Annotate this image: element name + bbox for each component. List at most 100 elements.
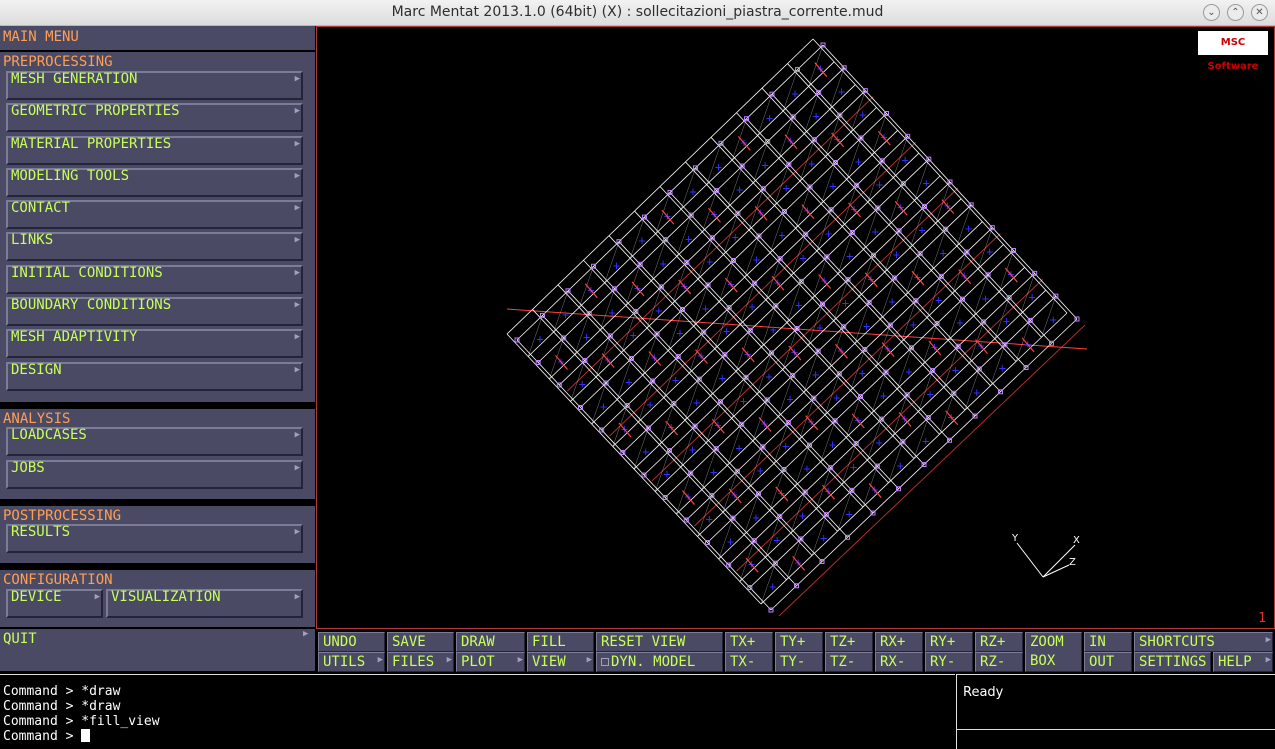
rx-minus-button[interactable]: RX- bbox=[875, 652, 923, 672]
element-marker: + bbox=[922, 434, 929, 448]
help-button[interactable]: HELP ▶ bbox=[1213, 652, 1273, 672]
save-button[interactable]: SAVE bbox=[387, 632, 454, 652]
boundary-conditions-button[interactable]: BOUNDARY CONDITIONS ▶ bbox=[6, 297, 303, 326]
element-marker: + bbox=[820, 531, 827, 545]
element-marker: + bbox=[609, 305, 616, 319]
mesh-line bbox=[542, 315, 797, 587]
element-marker: + bbox=[956, 316, 963, 330]
element-marker: + bbox=[693, 396, 700, 410]
ry-plus-button[interactable]: RY+ bbox=[925, 632, 973, 652]
files-button[interactable]: FILES ▶ bbox=[387, 652, 454, 672]
element-marker: + bbox=[905, 364, 912, 378]
element-marker: + bbox=[859, 107, 866, 121]
element-marker: + bbox=[876, 436, 883, 450]
element-marker: + bbox=[706, 512, 713, 526]
ty-plus-button[interactable]: TY+ bbox=[775, 632, 823, 652]
status-panel-secondary bbox=[956, 729, 1275, 749]
preprocessing-header: PREPROCESSING bbox=[3, 54, 113, 70]
element-marker: + bbox=[613, 258, 620, 272]
undo-button[interactable]: UNDO bbox=[318, 632, 385, 652]
element-marker: + bbox=[829, 437, 836, 451]
visualization-button[interactable]: VISUALIZATION ▶ bbox=[106, 589, 303, 618]
element-marker: + bbox=[740, 394, 747, 408]
zoom-in-button[interactable]: IN bbox=[1084, 632, 1132, 652]
settings-button[interactable]: SETTINGS bbox=[1134, 652, 1211, 672]
main-menu-header[interactable]: MAIN MENU bbox=[3, 29, 79, 45]
rz-minus-button[interactable]: RZ- bbox=[975, 652, 1023, 672]
mesh-line bbox=[686, 227, 993, 521]
dyn-model-checkbox[interactable] bbox=[601, 658, 609, 666]
zoom-out-button[interactable]: OUT bbox=[1084, 652, 1132, 672]
element-marker: + bbox=[762, 158, 769, 172]
graphics-viewport[interactable]: + + + + + + + + + + + + + + + + + + + + + + + + + + + + + + + + + + + + + + + +… bbox=[316, 26, 1275, 629]
close-icon[interactable]: ✕ bbox=[1251, 4, 1268, 21]
fe-mesh-plot[interactable]: + + + + + + + + + + + + + + + + + + + + + + + + + + + + + + + + + + + + + + + +… bbox=[317, 27, 1274, 628]
main-menu-panel: MAIN MENU PREPROCESSING MESH GENERATION ▶… bbox=[0, 26, 316, 672]
element-marker: + bbox=[562, 307, 569, 321]
command-input[interactable]: Command > bbox=[3, 729, 91, 744]
tz-plus-button[interactable]: TZ+ bbox=[825, 632, 873, 652]
element-marker: + bbox=[770, 322, 777, 336]
element-marker: + bbox=[808, 156, 815, 170]
ry-minus-button[interactable]: RY- bbox=[925, 652, 973, 672]
command-console[interactable]: Command > *draw Command > *draw Command … bbox=[0, 674, 955, 749]
element-marker: + bbox=[778, 228, 785, 242]
element-marker: + bbox=[846, 507, 853, 521]
element-marker: + bbox=[774, 533, 781, 547]
reset-view-button[interactable]: RESET VIEW bbox=[596, 632, 723, 652]
rz-plus-button[interactable]: RZ+ bbox=[975, 632, 1023, 652]
element-marker: + bbox=[800, 251, 807, 265]
element-marker: + bbox=[952, 363, 959, 377]
element-marker: + bbox=[918, 223, 925, 237]
tx-plus-button[interactable]: TX+ bbox=[725, 632, 773, 652]
material-properties-button[interactable]: MATERIAL PROPERTIES ▶ bbox=[6, 136, 303, 165]
zoom-box-button[interactable]: ZOOM BOX bbox=[1025, 632, 1082, 672]
element-marker: + bbox=[855, 155, 862, 169]
command-history-line: Command > *draw bbox=[3, 699, 121, 714]
element-marker: + bbox=[749, 300, 756, 314]
element-marker: + bbox=[803, 462, 810, 476]
mesh-generation-button[interactable]: MESH GENERATION ▶ bbox=[6, 71, 303, 100]
jobs-button[interactable]: JOBS ▶ bbox=[6, 460, 303, 489]
design-button[interactable]: DESIGN ▶ bbox=[6, 362, 303, 391]
utils-button[interactable]: UTILS ▶ bbox=[318, 652, 385, 672]
links-button[interactable]: LINKS ▶ bbox=[6, 232, 303, 261]
element-marker: + bbox=[846, 249, 853, 263]
ty-minus-button[interactable]: TY- bbox=[775, 652, 823, 672]
results-button[interactable]: RESULTS ▶ bbox=[6, 524, 303, 553]
geometric-properties-button[interactable]: GEOMETRIC PROPERTIES ▶ bbox=[6, 103, 303, 132]
element-marker: + bbox=[736, 441, 743, 455]
element-marker: + bbox=[638, 234, 645, 248]
maximize-icon[interactable]: ⌃ bbox=[1227, 4, 1244, 21]
initial-conditions-button[interactable]: INITIAL CONDITIONS ▶ bbox=[6, 265, 303, 294]
tx-minus-button[interactable]: TX- bbox=[725, 652, 773, 672]
minimize-icon[interactable]: ⌄ bbox=[1203, 4, 1220, 21]
msc-software-logo: MSC Software bbox=[1198, 31, 1268, 72]
view-button[interactable]: VIEW ▶ bbox=[527, 652, 594, 672]
plot-button[interactable]: PLOT ▶ bbox=[456, 652, 525, 672]
quit-button[interactable]: QUIT bbox=[3, 631, 37, 647]
draw-button[interactable]: DRAW bbox=[456, 632, 525, 652]
boundary-line bbox=[566, 96, 874, 392]
modeling-tools-button[interactable]: MODELING TOOLS ▶ bbox=[6, 168, 303, 197]
element-marker: + bbox=[893, 247, 900, 261]
contact-button[interactable]: CONTACT ▶ bbox=[6, 200, 303, 229]
element-marker: + bbox=[880, 389, 887, 403]
y-axis-line bbox=[1016, 542, 1044, 578]
mesh-adaptivity-button[interactable]: MESH ADAPTIVITY ▶ bbox=[6, 329, 303, 358]
device-button[interactable]: DEVICE ▶ bbox=[6, 589, 103, 618]
tz-minus-button[interactable]: TZ- bbox=[825, 652, 873, 672]
rx-plus-button[interactable]: RX+ bbox=[875, 632, 923, 652]
element-marker: + bbox=[838, 85, 845, 99]
y-axis-label: Y bbox=[1011, 533, 1019, 544]
shortcuts-button[interactable]: SHORTCUTS ▶ bbox=[1134, 632, 1273, 652]
element-marker: + bbox=[732, 230, 739, 244]
loadcases-button[interactable]: LOADCASES ▶ bbox=[6, 427, 303, 456]
quit-band bbox=[0, 629, 315, 671]
element-marker: + bbox=[850, 460, 857, 474]
fill-button[interactable]: FILL bbox=[527, 632, 594, 652]
dyn-model-button[interactable]: DYN. MODEL bbox=[596, 652, 723, 672]
x-axis-label: X bbox=[1073, 535, 1080, 546]
element-marker: + bbox=[897, 458, 904, 472]
element-marker: + bbox=[859, 366, 866, 380]
